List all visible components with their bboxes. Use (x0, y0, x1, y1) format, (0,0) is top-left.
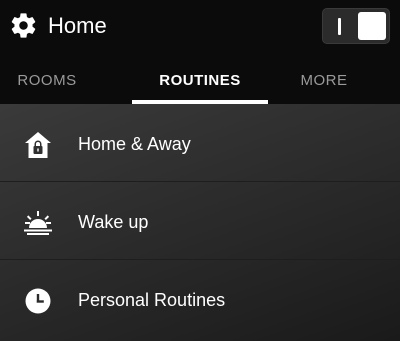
tab-rooms[interactable]: ROOMS (0, 72, 94, 89)
list-item-personal-routines[interactable]: Personal Routines (0, 260, 400, 338)
toggle-knob[interactable] (358, 12, 386, 40)
tab-routines[interactable]: ROUTINES (132, 72, 268, 89)
list-item-label: Personal Routines (78, 290, 226, 310)
toggle-on-indicator (338, 18, 341, 35)
routines-list: Home & Away Wake up Personal Routines (0, 104, 400, 341)
home-lock-icon (25, 132, 51, 158)
list-item-label: Wake up (78, 212, 149, 232)
power-toggle[interactable] (322, 8, 390, 44)
tab-more[interactable]: MORE (288, 72, 360, 89)
list-item-label: Home & Away (78, 134, 191, 154)
tab-bar: ROOMS ROUTINES MORE (0, 52, 400, 104)
gear-icon[interactable] (9, 11, 38, 40)
header-bar: Home (0, 0, 400, 52)
sunrise-icon (24, 211, 52, 235)
list-item-home-away[interactable]: Home & Away (0, 104, 400, 182)
app-root: Home ROOMS ROUTINES MORE Home & Away Wak… (0, 0, 400, 341)
clock-icon (25, 288, 51, 314)
list-item-wake-up[interactable]: Wake up (0, 182, 400, 260)
page-title: Home (48, 13, 107, 38)
